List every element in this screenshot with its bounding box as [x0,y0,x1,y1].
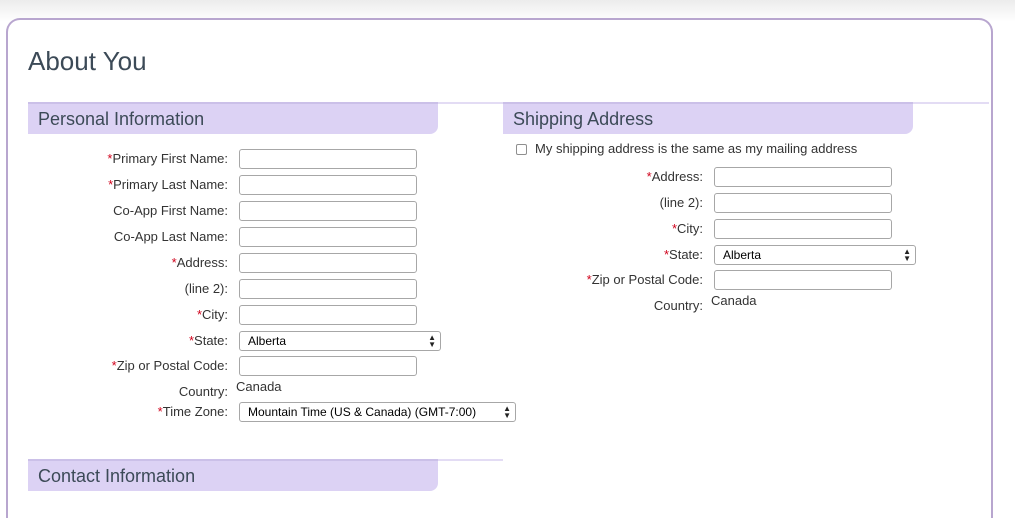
coapp-first-name-label: Co-App First Name: [113,203,228,218]
timezone-select[interactable]: Mountain Time (US & Canada) (GMT-7:00) ▲… [239,402,516,422]
coapp-last-name-label: Co-App Last Name: [113,229,228,244]
shipping-state-select[interactable]: Alberta ▲ ▼ [714,245,916,265]
state-select-value: Alberta [248,334,287,348]
coapp-last-name-input[interactable] [239,227,417,247]
shipping-city-input[interactable] [714,219,892,239]
shipping-title: Shipping Address [513,109,654,129]
shipping-address-label: *Address: [646,169,703,184]
contact-header-rule [438,459,503,461]
primary-last-name-input[interactable] [239,175,417,195]
shipping-header: Shipping Address [503,102,913,134]
address-line2-label: (line 2): [184,281,228,296]
about-you-card [6,18,993,518]
city-label: *City: [196,307,228,322]
coapp-first-name-input[interactable] [239,201,417,221]
zip-label: *Zip or Postal Code: [111,358,228,373]
select-arrows-icon: ▲ ▼ [903,247,911,263]
timezone-select-value: Mountain Time (US & Canada) (GMT-7:00) [248,405,477,419]
shipping-country-value: Canada [711,293,757,308]
shipping-line2-input[interactable] [714,193,892,213]
contact-info-title: Contact Information [38,466,196,486]
country-value: Canada [236,379,282,394]
primary-first-name-label: *Primary First Name: [107,151,228,166]
shipping-state-select-value: Alberta [723,248,762,262]
primary-first-name-input[interactable] [239,149,417,169]
shipping-line2-label: (line 2): [659,195,703,210]
personal-header-rule [438,102,503,104]
address-label: *Address: [171,255,228,270]
shipping-city-label: *City: [671,221,703,236]
state-label: *State: [188,333,228,348]
same-as-mailing-label[interactable]: My shipping address is the same as my ma… [535,141,857,156]
state-select[interactable]: Alberta ▲ ▼ [239,331,441,351]
page-title: About You [28,46,147,76]
address-input[interactable] [239,253,417,273]
select-arrows-icon: ▲ ▼ [428,333,436,349]
country-label: Country: [178,384,228,399]
same-as-mailing-checkbox[interactable] [516,144,527,155]
shipping-zip-label: *Zip or Postal Code: [586,272,703,287]
personal-info-title: Personal Information [38,109,205,129]
personal-info-header: Personal Information [28,102,438,134]
contact-info-header: Contact Information [28,459,438,491]
shipping-zip-input[interactable] [714,270,892,290]
shipping-header-rule [913,102,989,104]
shipping-address-input[interactable] [714,167,892,187]
city-input[interactable] [239,305,417,325]
shipping-country-label: Country: [653,298,703,313]
shipping-state-label: *State: [663,247,703,262]
primary-last-name-label: *Primary Last Name: [108,177,228,192]
timezone-label: *Time Zone: [157,404,228,419]
select-arrows-icon: ▲ ▼ [503,404,511,420]
zip-input[interactable] [239,356,417,376]
address-line2-input[interactable] [239,279,417,299]
